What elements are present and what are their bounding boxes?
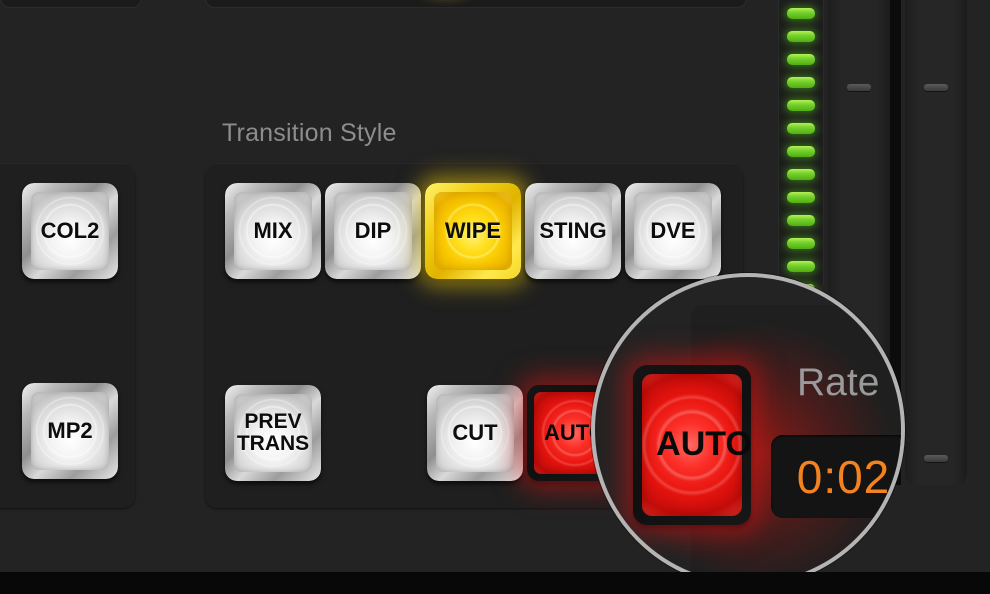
transition-style-section-label: Transition Style — [222, 119, 397, 147]
audio-meter-segment — [787, 192, 815, 203]
magnified-rate-label: Rate — [797, 361, 880, 404]
button-dome — [534, 192, 612, 270]
top-panel-stub-left — [0, 0, 142, 8]
audio-meter-segment — [787, 100, 815, 111]
cut-button[interactable]: CUT — [427, 385, 523, 481]
audio-meter-segment — [787, 261, 815, 272]
button-dome — [634, 192, 712, 270]
audio-meter-segment — [787, 238, 815, 249]
magnifier-lens-inner: AUTO Rate 0:02 — [595, 277, 901, 583]
prev-trans-button[interactable]: PREV TRANS — [225, 385, 321, 481]
magnified-rate-value-box[interactable]: 0:02 — [771, 435, 901, 518]
audio-level-meter — [778, 0, 824, 295]
source-select-panel: COL2 MP2 — [0, 163, 135, 508]
audio-meter-segment — [787, 215, 815, 226]
audio-meter-segment — [787, 146, 815, 157]
audio-meter-segment — [787, 54, 815, 65]
audio-meter-segment — [787, 123, 815, 134]
button-dome — [642, 374, 742, 516]
fader-strip-b[interactable] — [905, 0, 967, 485]
fader-tick-mark — [847, 84, 871, 91]
audio-meter-segment — [787, 169, 815, 180]
transition-style-mix-button[interactable]: MIX — [225, 183, 321, 279]
audio-meter-segment — [787, 77, 815, 88]
source-button-mp2[interactable]: MP2 — [22, 383, 118, 479]
bottom-bar — [0, 572, 990, 594]
button-dome — [334, 192, 412, 270]
switcher-panel-screen: COL2 MP2 Transition Style MIX DIP WIPE S… — [0, 0, 990, 594]
audio-meter-segment — [787, 8, 815, 19]
fader-tick-mark — [924, 455, 948, 462]
magnified-content: AUTO Rate 0:02 — [631, 305, 901, 583]
button-dome — [434, 192, 512, 270]
transition-style-dve-button[interactable]: DVE — [625, 183, 721, 279]
button-dome — [31, 392, 109, 470]
source-button-col2[interactable]: COL2 — [22, 183, 118, 279]
button-dome — [436, 394, 514, 472]
button-dome — [234, 394, 312, 472]
magnified-rate-value: 0:02 — [796, 450, 891, 503]
magnified-auto-button[interactable]: AUTO — [633, 365, 751, 525]
magnifier-lens[interactable]: AUTO Rate 0:02 — [591, 273, 905, 587]
transition-style-dip-button[interactable]: DIP — [325, 183, 421, 279]
button-dome — [234, 192, 312, 270]
transition-style-wipe-button[interactable]: WIPE — [425, 183, 521, 279]
top-panel-yellow-glow — [410, 0, 482, 4]
button-dome — [31, 192, 109, 270]
fader-tick-mark — [924, 84, 948, 91]
audio-meter-segment — [787, 31, 815, 42]
transition-style-sting-button[interactable]: STING — [525, 183, 621, 279]
